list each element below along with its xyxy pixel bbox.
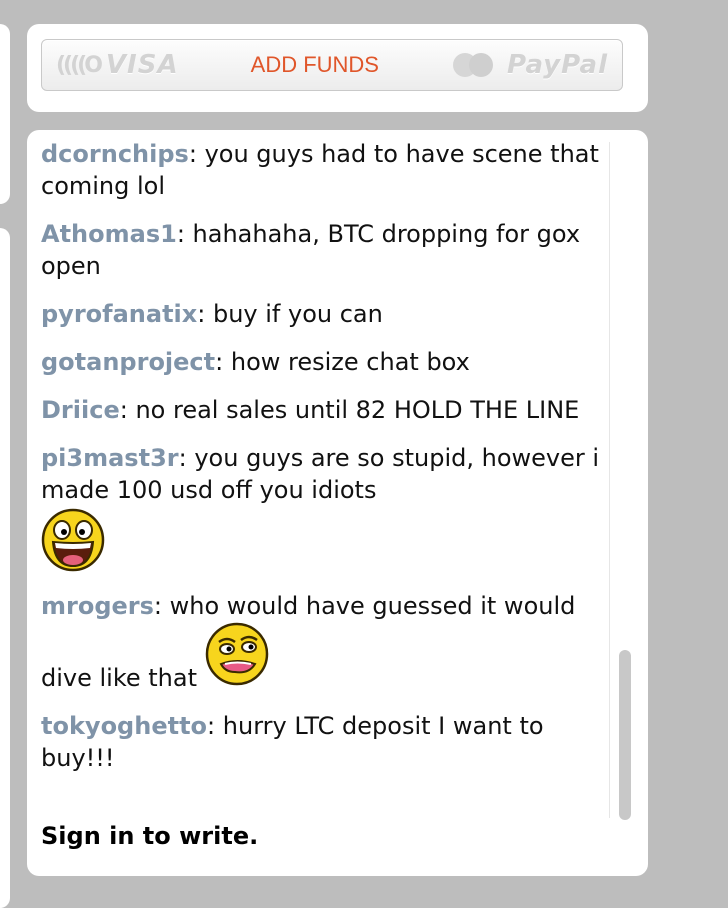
chat-message: pyrofanatix: buy if you can [41,300,383,328]
contactless-icon: ((((O [56,52,103,78]
chat-panel: dcornchips: you guys had to have scene t… [27,130,648,876]
chat-username[interactable]: mrogers [41,592,154,620]
adjacent-panel-edge-top [0,24,10,204]
chat-username[interactable]: gotanproject [41,348,215,376]
funds-panel: ((((O VISA ADD FUNDS PayPal [27,24,648,112]
chat-message: dcornchips: you guys had to have scene t… [41,140,599,200]
chat-username[interactable]: dcornchips [41,140,189,168]
add-funds-label: ADD FUNDS [250,52,379,77]
chat-scrollbar-thumb[interactable] [619,650,631,820]
add-funds-button[interactable]: ((((O VISA ADD FUNDS PayPal [41,39,623,91]
sign-in-link[interactable]: Sign in to write. [41,822,258,850]
chat-message: gotanproject: how resize chat box [41,348,470,376]
chat-scrollbar[interactable] [609,142,632,820]
chat-username[interactable]: pi3mast3r [41,444,179,472]
visa-logo: VISA [105,50,179,80]
chat-text: buy if you can [212,300,383,328]
chat-text: how resize chat box [230,348,470,376]
card-logos-right: PayPal [451,50,608,80]
chat-username[interactable]: pyrofanatix [41,300,197,328]
chat-message: Driice: no real sales until 82 HOLD THE … [41,396,580,424]
mastercard-icon [451,53,497,77]
chat-message: mrogers: who would have guessed it would… [41,592,576,692]
chat-username[interactable]: Athomas1 [41,220,177,248]
grimace-face-icon [205,622,268,686]
chat-message: Athomas1: hahahaha, BTC dropping for gox… [41,220,581,280]
paypal-logo: PayPal [507,50,608,80]
card-logos-left: ((((O VISA [56,50,179,80]
adjacent-panel-edge-bottom [0,228,10,908]
chat-message: tokyoghetto: hurry LTC deposit I want to… [41,712,544,772]
chat-message: pi3mast3r: you guys are so stupid, howev… [41,442,619,574]
laughing-face-icon [41,508,105,572]
chat-username[interactable]: Driice [41,396,120,424]
chat-messages[interactable]: dcornchips: you guys had to have scene t… [41,138,619,818]
chat-text: no real sales until 82 HOLD THE LINE [135,396,580,424]
chat-username[interactable]: tokyoghetto [41,712,207,740]
